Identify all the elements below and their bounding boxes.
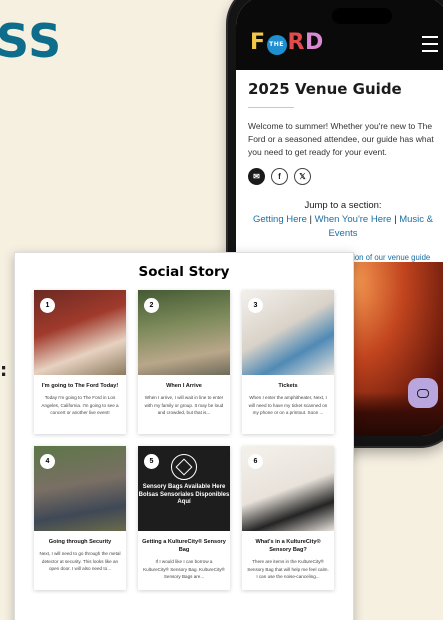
logo-letter-d: D [304, 30, 324, 55]
story-image-ticket-scan: 3 [242, 290, 334, 375]
welcome-text: Welcome to summer! Whether you're new to… [248, 121, 434, 157]
step-number: 2 [144, 298, 159, 313]
story-image-sensory-bag-items: 6 [242, 446, 334, 531]
story-image-security-line: 4 [34, 446, 126, 531]
story-card[interactable]: 6 What's in a KultureCity® Sensory Bag? … [242, 446, 334, 590]
step-number: 1 [40, 298, 55, 313]
jump-link-when-youre-here[interactable]: When You're Here [315, 214, 392, 225]
story-card-title: Tickets [278, 383, 298, 389]
story-card-text: Today I'm going to The Ford in Los Angel… [41, 395, 119, 415]
story-card-text: Next, I will need to go through the meta… [39, 551, 121, 571]
phone-notch [332, 8, 392, 24]
story-card-title: What's in a KultureCity® Sensory Bag? [255, 539, 321, 553]
logo-letter-f: F [250, 30, 266, 55]
story-card-text: When I arrive, I will wait in line to en… [144, 395, 224, 415]
social-story-panel: Social Story 1 I'm going to The Ford Tod… [14, 252, 354, 620]
venue-guide-title: 2025 Venue Guide [248, 80, 402, 98]
step-number: 4 [40, 454, 55, 469]
step-number: 6 [248, 454, 263, 469]
logo-the-badge: THE [266, 35, 287, 55]
the-ford-logo[interactable]: F THE RD [250, 30, 324, 55]
jump-label: Jump to a section: [304, 200, 382, 211]
link-separator: | [394, 214, 397, 225]
story-card-title: Getting a KultureCity® Sensory Bag [142, 539, 226, 553]
sensory-bags-sign-text: Sensory Bags Available Here Bolsas Senso… [138, 484, 230, 505]
step-number: 3 [248, 298, 263, 313]
story-card-title: I'm going to The Ford Today! [41, 383, 119, 389]
story-card[interactable]: 1 I'm going to The Ford Today! Today I'm… [34, 290, 126, 434]
story-card[interactable]: 3 Tickets When I enter the amphitheater,… [242, 290, 334, 434]
story-card[interactable]: Sensory Bags Available Here Bolsas Senso… [138, 446, 230, 590]
story-card-text: If I would like I can borrow a KultureCi… [143, 559, 225, 579]
step-number: 5 [144, 454, 159, 469]
link-separator: | [309, 214, 312, 225]
story-grid: 1 I'm going to The Ford Today! Today I'm… [25, 290, 343, 590]
story-card-text: When I enter the amphitheater, Next, I w… [248, 395, 328, 415]
story-card-text: There are items in the KultureCity® Sens… [247, 559, 329, 579]
story-card-title: When I Arrive [166, 383, 202, 389]
background-heading-fragment: SS [0, 14, 63, 68]
facebook-share-icon[interactable]: f [271, 168, 288, 185]
chat-icon[interactable] [408, 378, 438, 408]
background-colon: : [0, 360, 8, 381]
share-buttons: ✉ f 𝕏 [248, 168, 438, 185]
x-share-icon[interactable]: 𝕏 [294, 168, 311, 185]
logo-letter-r: R [287, 30, 305, 55]
hamburger-menu-icon[interactable] [422, 36, 438, 57]
title-divider [248, 107, 294, 108]
jump-link-getting-here[interactable]: Getting Here [253, 214, 307, 225]
story-image-arrival-plaza: 2 [138, 290, 230, 375]
venue-guide-content: 2025 Venue Guide Welcome to summer! Whet… [236, 70, 443, 272]
story-image-sensory-bags-sign: Sensory Bags Available Here Bolsas Senso… [138, 446, 230, 531]
kulturecity-logo-icon [171, 454, 197, 480]
email-share-icon[interactable]: ✉ [248, 168, 265, 185]
story-card[interactable]: 4 Going through Security Next, I will ne… [34, 446, 126, 590]
story-image-ford-entrance: 1 [34, 290, 126, 375]
jump-to-section: Jump to a section: Getting Here | When Y… [248, 199, 438, 241]
jump-links: Getting Here | When You're Here | Music … [248, 213, 438, 241]
story-card[interactable]: 2 When I Arrive When I arrive, I will wa… [138, 290, 230, 434]
social-story-title: Social Story [138, 264, 230, 280]
story-card-title: Going through Security [48, 539, 112, 545]
